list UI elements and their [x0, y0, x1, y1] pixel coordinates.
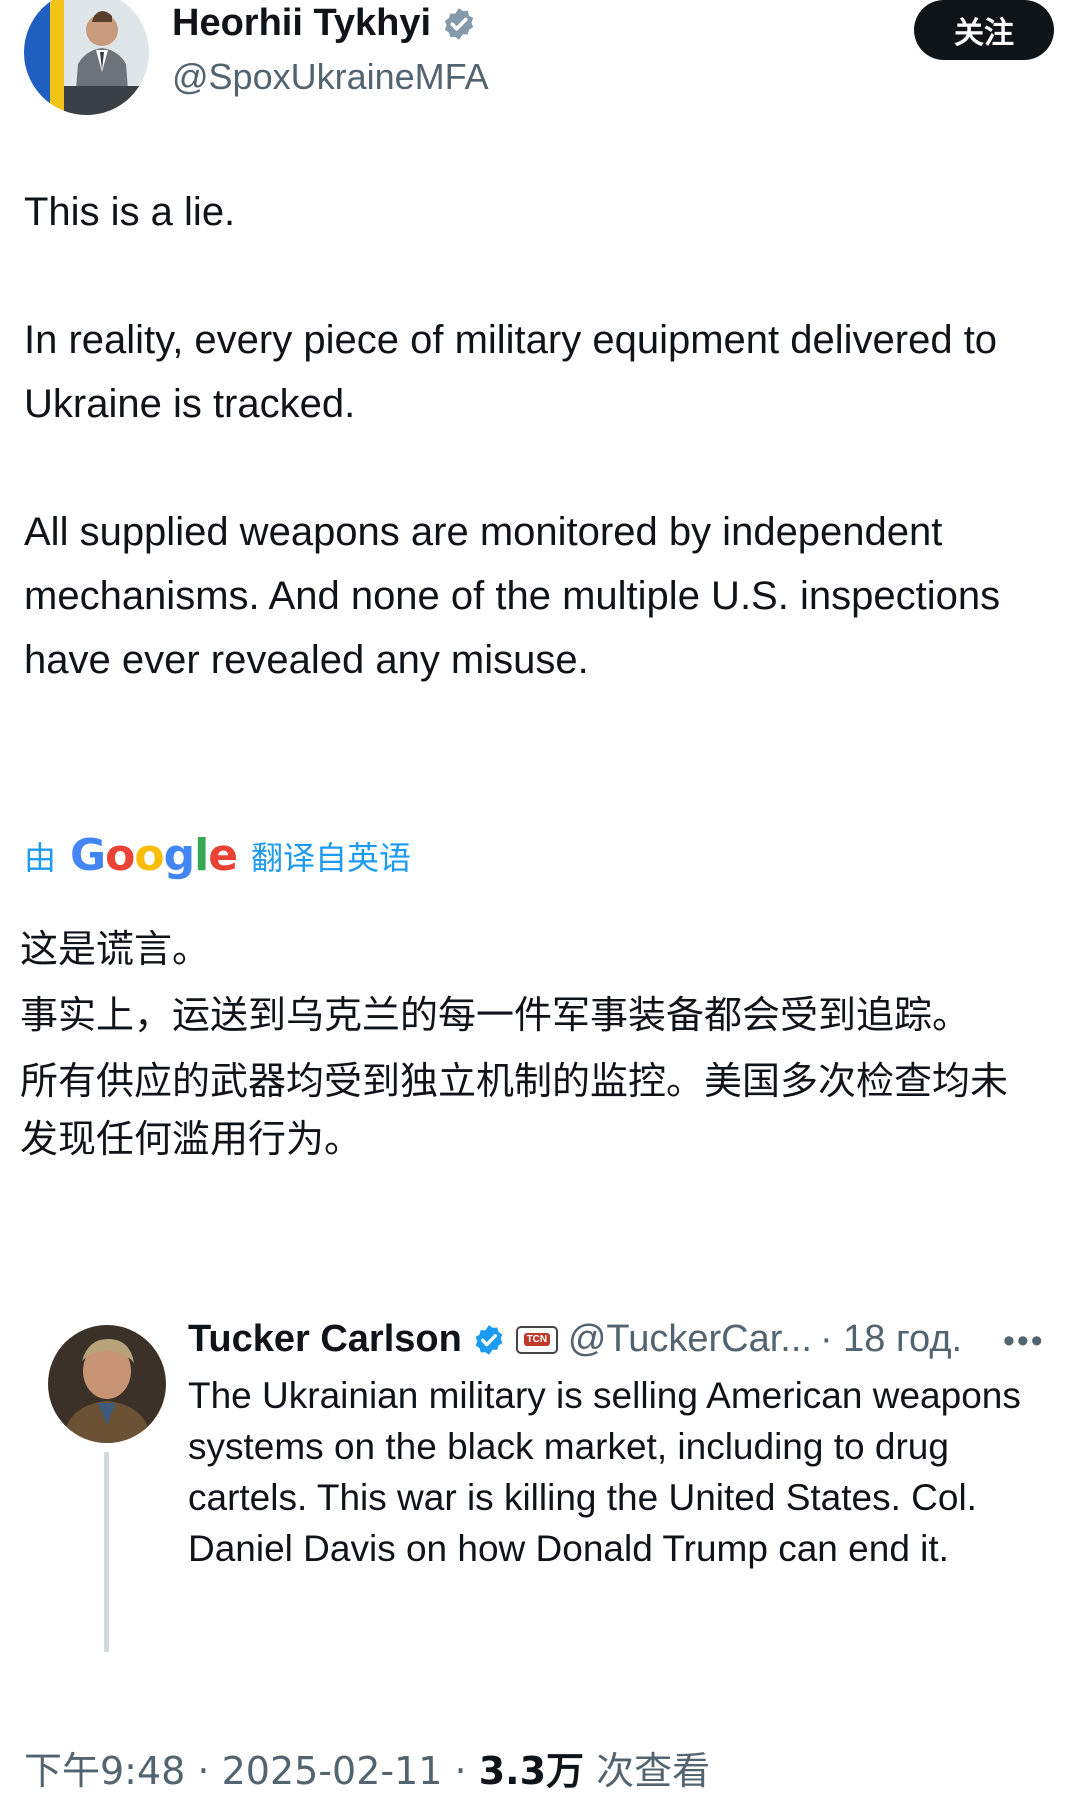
quoted-post-header: Tucker Carlson TCN @TuckerCar... · 18 го… — [188, 1318, 962, 1361]
author-avatar-image — [24, 0, 149, 115]
translation-attribution[interactable]: 由 Google 翻译自英语 — [24, 830, 411, 881]
thread-line — [104, 1452, 109, 1652]
translation-prefix: 由 — [24, 839, 57, 876]
view-count: 3.3万 — [478, 1749, 585, 1793]
translation-suffix: 翻译自英语 — [251, 839, 412, 876]
quoted-post[interactable]: Tucker Carlson TCN @TuckerCar... · 18 го… — [48, 1310, 1058, 1670]
post-metadata: 下午9:48 · 2025-02-11 · 3.3万 次查看 — [24, 1740, 710, 1795]
post-time[interactable]: 下午9:48 — [24, 1749, 185, 1793]
post-paragraph: All supplied weapons are monitored by in… — [24, 510, 1001, 682]
follow-button[interactable]: 关注 — [914, 0, 1054, 60]
meta-separator: · — [442, 1749, 479, 1793]
author-name[interactable]: Heorhii Tykhyi — [172, 2, 431, 45]
author-handle[interactable]: @SpoxUkraineMFA — [172, 56, 489, 98]
translated-text: 这是谎言。 事实上，运送到乌克兰的每一件军事装备都会受到追踪。 所有供应的武器均… — [20, 920, 1040, 1176]
post-header: Heorhii Tykhyi @SpoxUkraineMFA 关注 — [24, 0, 1056, 120]
translated-paragraph: 所有供应的武器均受到独立机制的监控。美国多次检查均未发现任何滥用行为。 — [20, 1059, 1009, 1161]
quoted-post-time[interactable]: · 18 год. — [820, 1318, 962, 1361]
author-avatar[interactable] — [24, 0, 149, 115]
quoted-avatar-image — [48, 1325, 166, 1443]
affiliation-badge-label: TCN — [523, 1333, 551, 1346]
author-name-row: Heorhii Tykhyi — [172, 2, 477, 45]
more-options-icon[interactable]: ••• — [1003, 1322, 1045, 1361]
verified-badge-icon — [444, 7, 474, 40]
post-paragraph: In reality, every piece of military equi… — [24, 318, 998, 426]
quoted-author-handle[interactable]: @TuckerCar... — [568, 1318, 812, 1361]
affiliation-badge-icon: TCN — [515, 1325, 558, 1354]
translated-paragraph: 这是谎言。 — [20, 927, 211, 971]
view-count-label: 次查看 — [584, 1749, 711, 1793]
post-date[interactable]: 2025-02-11 — [222, 1749, 443, 1793]
meta-separator: · — [185, 1749, 222, 1793]
quoted-author-name[interactable]: Tucker Carlson — [188, 1318, 462, 1361]
verified-badge-icon — [475, 1324, 503, 1355]
quoted-author-avatar[interactable] — [48, 1325, 166, 1443]
quoted-post-text: The Ukrainian military is selling Americ… — [188, 1375, 1021, 1569]
google-logo: Google — [70, 830, 238, 881]
post-paragraph: This is a lie. — [24, 190, 236, 234]
post-body: This is a lie. In reality, every piece o… — [24, 180, 1056, 756]
translated-paragraph: 事实上，运送到乌克兰的每一件军事装备都会受到追踪。 — [20, 993, 971, 1037]
